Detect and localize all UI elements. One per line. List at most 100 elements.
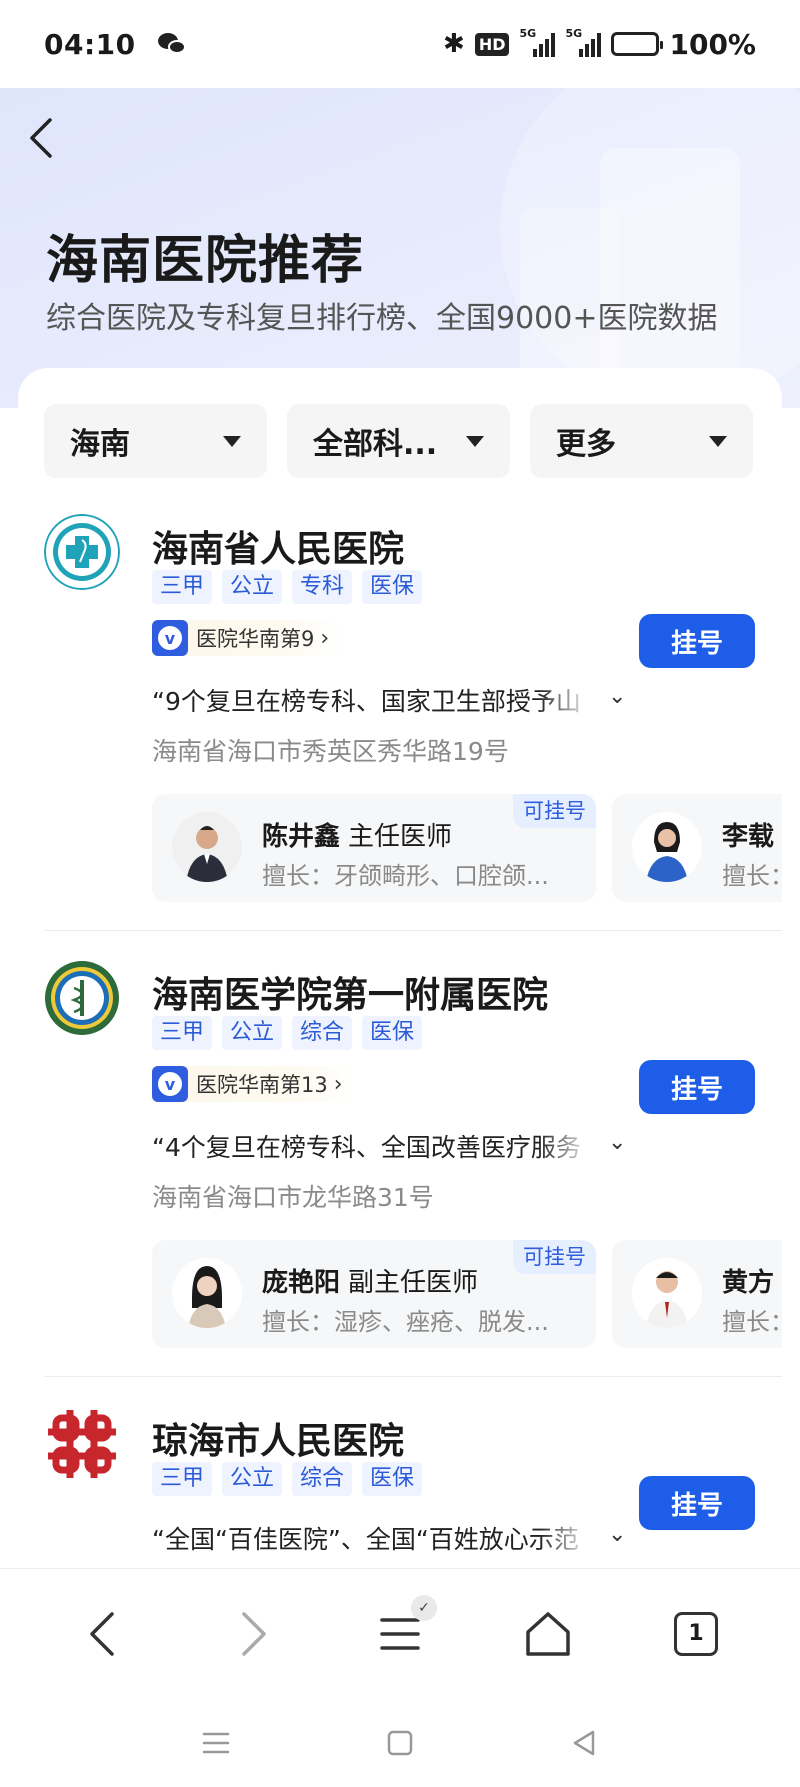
hospital-quote: “9个复旦在榜专科、国家卫生部授予山 (152, 687, 581, 716)
wechat-notification-icon (157, 33, 186, 55)
hospital-address: 海南省海口市秀英区秀华路19号 (152, 737, 509, 766)
home-icon (526, 1611, 570, 1656)
chevron-right-icon: › (333, 1071, 343, 1097)
doctor-card[interactable]: 黄方 擅长： (612, 1240, 782, 1348)
hospital-rank-badge[interactable]: v 医院华南第9 › (152, 620, 344, 656)
hospital-list-card: 海南 全部科... 更多 海南省人民医院 三甲 公立 专科 医保 v 医院华南第… (18, 368, 782, 1568)
chevron-down-icon[interactable]: ⌄ (608, 1522, 626, 1547)
doctor-avatar (172, 812, 242, 882)
back-button[interactable] (26, 116, 66, 164)
chevron-left-icon (90, 1611, 114, 1656)
doctor-card[interactable]: 李载 擅长： (612, 794, 782, 902)
chevron-down-icon[interactable]: ⌄ (608, 1130, 626, 1155)
hospital-address: 海南省海口市龙华路31号 (152, 1183, 434, 1212)
tag: 三甲 (152, 570, 213, 604)
hospital-tags: 三甲 公立 综合 医保 (152, 1462, 423, 1496)
browser-menu-button[interactable]: ✓ (355, 1589, 445, 1679)
hospital-rank-badge[interactable]: v 医院华南第13 › (152, 1066, 357, 1102)
chevron-left-icon (30, 118, 52, 158)
doctor-specialty: 擅长： (722, 1308, 782, 1336)
tag: 公立 (222, 1016, 283, 1050)
hospital-name: 海南医学院第一附属医院 (152, 975, 549, 1016)
doctor-specialty: 擅长： (722, 862, 782, 890)
filter-more[interactable]: 更多 (530, 404, 753, 478)
status-time: 04:10 (44, 27, 136, 61)
tag: 医保 (362, 1462, 423, 1496)
hospital-quote: “4个复旦在榜专科、全国改善医疗服务 (152, 1133, 581, 1162)
hd-badge: HD (474, 32, 510, 56)
doctor-name: 庞艳阳 (262, 1268, 341, 1298)
verified-icon: v (152, 620, 188, 656)
page-title: 海南医院推荐 (46, 231, 365, 291)
hospital-logo (44, 514, 120, 590)
system-nav-bar (0, 1698, 800, 1787)
filter-department[interactable]: 全部科... (287, 404, 510, 478)
status-indicators: ✱ HD 5G 5G 100% (443, 27, 756, 61)
doctor-name: 黄方 (722, 1268, 775, 1298)
tag: 综合 (292, 1462, 353, 1496)
tabs-count: 1 (674, 1611, 718, 1656)
register-button[interactable]: 挂号 (639, 614, 755, 668)
browser-home-button[interactable] (503, 1589, 593, 1679)
tag: 三甲 (152, 1016, 213, 1050)
register-button[interactable]: 挂号 (639, 1476, 755, 1530)
doctor-avatar (172, 1258, 242, 1328)
filter-bar: 海南 全部科... 更多 (44, 404, 753, 478)
caret-down-icon (709, 435, 727, 447)
verified-icon: v (152, 1066, 188, 1102)
hospital-logo (45, 961, 119, 1035)
signal-2-icon: 5G (565, 27, 602, 57)
page-header: 海南医院推荐 综合医院及专科复旦排行榜、全国9000+医院数据 (0, 88, 800, 408)
register-button[interactable]: 挂号 (639, 1060, 755, 1114)
browser-back-button[interactable] (59, 1589, 149, 1679)
tag: 公立 (222, 1462, 283, 1496)
available-badge: 可挂号 (513, 1240, 596, 1274)
divider (44, 930, 782, 931)
doctor-list: 陈井鑫主任医师 擅长：牙颌畸形、口腔颌... 可挂号 李载 擅长： (152, 794, 782, 902)
caret-down-icon (223, 435, 241, 447)
bluetooth-icon: ✱ (443, 29, 465, 59)
doctor-avatar (632, 1258, 702, 1328)
hospital-tags: 三甲 公立 专科 医保 (152, 570, 423, 604)
browser-forward-button[interactable] (207, 1589, 297, 1679)
battery-icon (611, 32, 664, 56)
tag: 三甲 (152, 1462, 213, 1496)
doctor-name: 陈井鑫 (262, 822, 341, 852)
tag: 医保 (362, 570, 423, 604)
hospital-name: 琼海市人民医院 (152, 1421, 405, 1462)
check-icon: ✓ (411, 1594, 437, 1621)
tag: 综合 (292, 1016, 353, 1050)
hospital-quote: “全国“百佳医院”、全国“百姓放心示范 (152, 1525, 579, 1554)
chevron-right-icon (242, 1611, 266, 1656)
doctor-title: 副主任医师 (348, 1268, 479, 1298)
browser-toolbar: ✓ 1 (0, 1568, 800, 1698)
chevron-right-icon: › (320, 625, 330, 651)
hospital-tags: 三甲 公立 综合 医保 (152, 1016, 423, 1050)
hospital-item[interactable]: 海南省人民医院 三甲 公立 专科 医保 v 医院华南第9 › 挂号 “9个复旦在… (18, 514, 782, 944)
doctor-specialty: 擅长：湿疹、痤疮、脱发... (262, 1308, 549, 1336)
caret-down-icon (466, 435, 484, 447)
hospital-item[interactable]: 琼海市人民医院 三甲 公立 综合 医保 挂号 “全国“百佳医院”、全国“百姓放心… (18, 1406, 782, 1568)
divider (44, 1376, 782, 1377)
chevron-down-icon[interactable]: ⌄ (608, 684, 626, 709)
status-bar: 04:10 ✱ HD 5G 5G 100% (0, 0, 800, 88)
tag: 公立 (222, 570, 283, 604)
browser-tabs-button[interactable]: 1 (651, 1589, 741, 1679)
hospital-name: 海南省人民医院 (152, 529, 405, 570)
tag: 专科 (292, 570, 353, 604)
home-nav-icon[interactable] (383, 1726, 417, 1760)
hospital-item[interactable]: 海南医学院第一附属医院 三甲 公立 综合 医保 v 医院华南第13 › 挂号 “… (18, 960, 782, 1390)
doctor-title: 主任医师 (348, 822, 453, 852)
filter-region[interactable]: 海南 (44, 404, 267, 478)
doctor-name: 李载 (722, 822, 775, 852)
doctor-list: 庞艳阳副主任医师 擅长：湿疹、痤疮、脱发... 可挂号 黄方 擅长： (152, 1240, 782, 1348)
back-nav-icon[interactable] (567, 1726, 601, 1760)
battery-percent: 100% (669, 27, 756, 61)
hospital-logo (48, 1410, 116, 1478)
doctor-card[interactable]: 陈井鑫 主任医师 擅长：牙颌畸形、口腔颌... 可挂号 (152, 794, 596, 902)
tag: 医保 (362, 1016, 423, 1050)
doctor-card[interactable]: 庞艳阳 副主任医师 擅长：湿疹、痤疮、脱发... 可挂号 (152, 1240, 596, 1348)
signal-1-icon: 5G (519, 27, 556, 57)
recents-icon[interactable] (199, 1726, 233, 1760)
page-subtitle: 综合医院及专科复旦排行榜、全国9000+医院数据 (46, 301, 718, 336)
